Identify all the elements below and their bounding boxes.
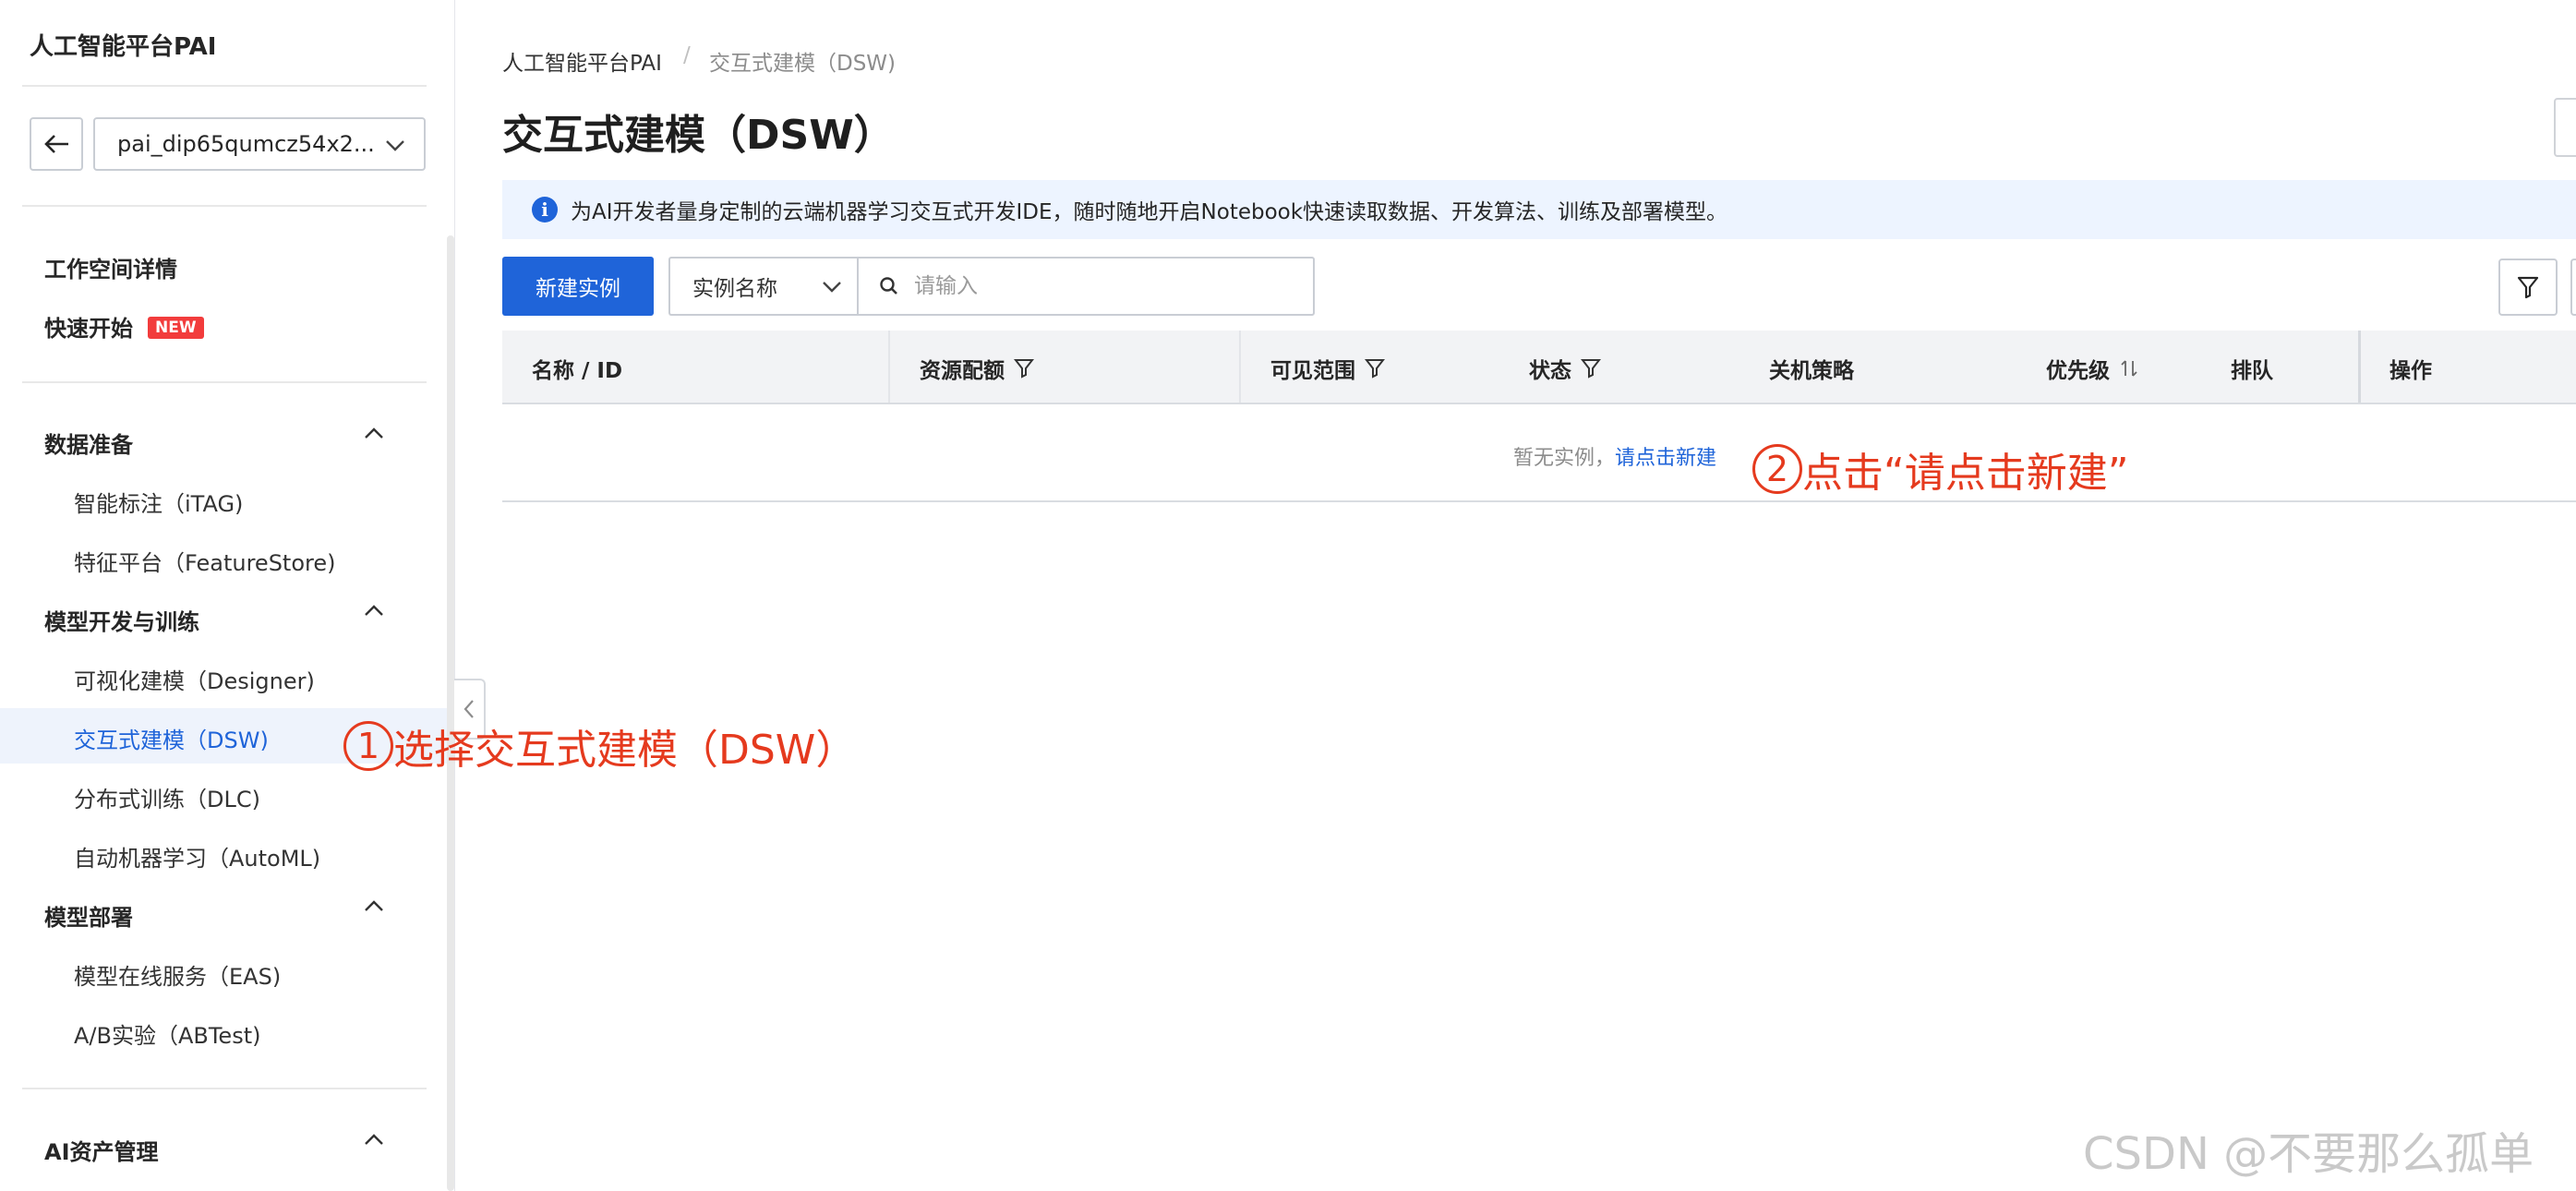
divider — [22, 1088, 427, 1089]
info-icon: i — [532, 197, 558, 223]
watermark: CSDN @不要那么孤单 — [2083, 1128, 2534, 1180]
workspace-select-value: pai_dip65qumcz54x2... — [117, 131, 375, 157]
group-ai-assets[interactable]: AI资产管理 — [44, 1134, 159, 1166]
back-button[interactable] — [30, 117, 83, 171]
sidebar-scrollbar[interactable] — [447, 235, 454, 1191]
chevron-up-icon[interactable] — [362, 599, 386, 623]
create-instance-button[interactable]: 新建实例 — [502, 257, 654, 316]
divider — [22, 381, 427, 383]
sidebar: 人工智能平台PAI pai_dip65qumcz54x2... 工作空间详情 快… — [0, 0, 455, 1191]
chevron-up-icon[interactable] — [362, 895, 386, 919]
empty-text: 暂无实例， — [1513, 447, 1616, 470]
workspace-select[interactable]: pai_dip65qumcz54x2... — [93, 117, 426, 171]
info-text: 为AI开发者量身定制的云端机器学习交互式开发IDE，随时随地开启Notebook… — [571, 200, 1728, 224]
annotation-step1: 1 选择交互式建模（DSW） — [343, 716, 856, 776]
step2-text: 点击“请点击新建” — [1802, 450, 2129, 497]
nav-item-featurestore[interactable]: 特征平台（FeatureStore) — [74, 545, 336, 577]
step1-text: 选择交互式建模（DSW） — [393, 727, 857, 774]
header-action-button[interactable] — [2554, 98, 2576, 157]
breadcrumb-root[interactable]: 人工智能平台PAI — [502, 45, 662, 77]
info-banner: i 为AI开发者量身定制的云端机器学习交互式开发IDE，随时随地开启Notebo… — [502, 180, 2576, 239]
search-input[interactable] — [912, 273, 1267, 299]
filter-icon[interactable] — [1581, 357, 1601, 379]
nav-item-itag[interactable]: 智能标注（iTAG) — [74, 486, 243, 518]
nav-item-dsw[interactable]: 交互式建模（DSW) — [74, 722, 269, 754]
filter-button[interactable] — [2498, 259, 2558, 316]
chevron-down-icon — [823, 282, 841, 293]
breadcrumb-separator: / — [683, 43, 691, 67]
search-field-select-value: 实例名称 — [692, 277, 777, 301]
group-data-prep[interactable]: 数据准备 — [44, 427, 133, 459]
filter-icon[interactable] — [1365, 357, 1385, 379]
create-link[interactable]: 请点击新建 — [1615, 447, 1716, 470]
search-icon — [880, 277, 897, 295]
chevron-up-icon[interactable] — [362, 1128, 386, 1152]
chevron-down-icon — [386, 140, 404, 151]
nav-item-quick-start[interactable]: 快速开始 NEW — [44, 310, 204, 343]
column-actions: 操作 — [2389, 359, 2432, 383]
column-queue: 排队 — [2231, 359, 2273, 383]
nav-item-abtest[interactable]: A/B实验（ABTest) — [74, 1017, 260, 1050]
nav-item-dlc[interactable]: 分布式训练（DLC) — [74, 781, 260, 813]
sidebar-title: 人工智能平台PAI — [30, 33, 217, 61]
column-shutdown-policy: 关机策略 — [1769, 359, 1854, 383]
search-box[interactable] — [857, 257, 1315, 316]
annotation-step2: 2 点击“请点击新建” — [1752, 439, 2129, 499]
nav-item-workspace-details[interactable]: 工作空间详情 — [44, 251, 177, 283]
table-header: 名称 / ID 资源配额 可见范围 状态 关机策略 优先级 排队 操作 — [502, 331, 2576, 404]
step2-number: 2 — [1752, 444, 1802, 494]
settings-button[interactable] — [2570, 259, 2576, 316]
column-resource-quota[interactable]: 资源配额 — [920, 353, 1034, 384]
arrow-left-icon — [44, 135, 68, 153]
step1-number: 1 — [343, 721, 393, 771]
group-model-deploy[interactable]: 模型部署 — [44, 899, 133, 932]
nav-item-automl[interactable]: 自动机器学习（AutoML) — [74, 840, 320, 872]
new-badge: NEW — [148, 317, 204, 339]
filter-icon[interactable] — [1014, 357, 1034, 379]
nav-item-label: 快速开始 — [44, 316, 133, 342]
page-title: 交互式建模（DSW） — [502, 112, 895, 159]
nav-item-eas[interactable]: 模型在线服务（EAS) — [74, 958, 281, 991]
empty-message: 暂无实例，请点击新建 — [1513, 441, 1716, 471]
column-name-id: 名称 / ID — [532, 359, 623, 383]
filter-icon — [2517, 276, 2539, 299]
chevron-up-icon[interactable] — [362, 422, 386, 446]
column-priority[interactable]: 优先级 — [2046, 353, 2139, 384]
nav-item-designer[interactable]: 可视化建模（Designer) — [74, 663, 315, 695]
search-field-select[interactable]: 实例名称 — [668, 257, 857, 316]
column-visibility[interactable]: 可见范围 — [1270, 353, 1385, 384]
group-model-dev[interactable]: 模型开发与训练 — [44, 604, 199, 636]
divider — [22, 205, 427, 207]
breadcrumb-current: 交互式建模（DSW) — [709, 52, 897, 76]
column-status[interactable]: 状态 — [1529, 353, 1601, 384]
sort-icon[interactable] — [2119, 358, 2139, 379]
divider — [22, 85, 427, 87]
